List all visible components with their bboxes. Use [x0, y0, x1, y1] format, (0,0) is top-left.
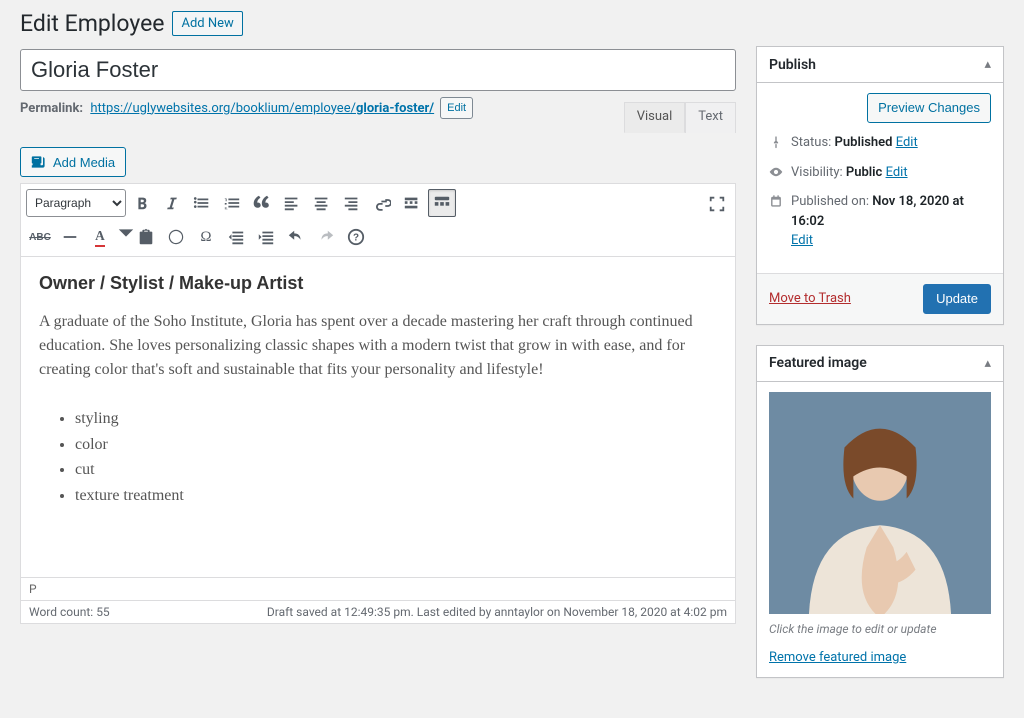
element-path[interactable]: P [21, 577, 735, 600]
undo-button[interactable] [282, 223, 310, 251]
post-title-input[interactable] [20, 49, 736, 91]
eye-icon [769, 165, 783, 179]
italic-button[interactable] [158, 189, 186, 217]
indent-button[interactable] [252, 223, 280, 251]
last-edit-info: Draft saved at 12:49:35 pm. Last edited … [267, 605, 727, 619]
media-icon [31, 154, 47, 170]
help-button[interactable]: ? [342, 223, 370, 251]
more-button[interactable] [398, 189, 426, 217]
add-media-button[interactable]: Add Media [20, 147, 126, 177]
page-title: Edit Employee [20, 10, 164, 37]
list-item: cut [75, 457, 717, 483]
svg-text:?: ? [353, 233, 359, 244]
featured-image-box: Featured image ▴ Click the image to edit… [756, 345, 1004, 678]
text-color-button[interactable]: A [86, 223, 114, 251]
paste-text-button[interactable] [132, 223, 160, 251]
bullet-list-button[interactable] [188, 189, 216, 217]
featured-image-title: Featured image [769, 355, 867, 371]
publish-box: Publish ▴ Preview Changes Status: Publis… [756, 46, 1004, 325]
hr-button[interactable] [56, 223, 84, 251]
pin-icon [769, 135, 783, 149]
visibility-row: Visibility: Public Edit [791, 163, 908, 183]
status-row: Status: Published Edit [791, 133, 918, 153]
featured-image-caption: Click the image to edit or update [769, 622, 991, 636]
update-button[interactable]: Update [923, 284, 991, 314]
align-center-button[interactable] [308, 189, 336, 217]
add-new-button[interactable]: Add New [172, 11, 242, 36]
clear-format-button[interactable] [162, 223, 190, 251]
permalink-label: Permalink: [20, 101, 83, 116]
calendar-icon [769, 194, 783, 208]
editor-frame: Paragraph ABC A [20, 183, 736, 624]
align-right-button[interactable] [338, 189, 366, 217]
tab-text[interactable]: Text [685, 102, 736, 133]
content-paragraph: A graduate of the Soho Institute, Gloria… [39, 310, 717, 382]
content-list: styling color cut texture treatment [39, 406, 717, 508]
permalink-link[interactable]: https://uglywebsites.org/booklium/employ… [90, 101, 434, 116]
color-dropdown-icon[interactable] [116, 223, 130, 251]
preview-changes-button[interactable]: Preview Changes [867, 93, 991, 123]
toggle-featured-icon[interactable]: ▴ [984, 356, 991, 371]
list-item: color [75, 432, 717, 458]
move-to-trash-link[interactable]: Move to Trash [769, 291, 851, 306]
published-date-row: Published on: Nov 18, 2020 at 16:02Edit [791, 192, 991, 251]
content-heading: Owner / Stylist / Make-up Artist [39, 273, 717, 294]
quote-button[interactable] [248, 189, 276, 217]
edit-date-link[interactable]: Edit [791, 233, 813, 248]
toolbar-toggle-button[interactable] [428, 189, 456, 217]
bold-button[interactable] [128, 189, 156, 217]
word-count: Word count: 55 [29, 605, 110, 619]
link-button[interactable] [368, 189, 396, 217]
list-item: texture treatment [75, 483, 717, 509]
edit-visibility-link[interactable]: Edit [886, 165, 908, 180]
format-select[interactable]: Paragraph [26, 189, 126, 217]
remove-featured-image-link[interactable]: Remove featured image [769, 650, 906, 665]
publish-box-title: Publish [769, 57, 816, 73]
fullscreen-button[interactable] [703, 190, 731, 218]
special-char-button[interactable]: Ω [192, 223, 220, 251]
redo-button[interactable] [312, 223, 340, 251]
toggle-publish-icon[interactable]: ▴ [984, 57, 991, 72]
list-item: styling [75, 406, 717, 432]
editor-toolbar: Paragraph ABC A [21, 184, 735, 257]
strikethrough-button[interactable]: ABC [26, 223, 54, 251]
outdent-button[interactable] [222, 223, 250, 251]
edit-slug-button[interactable]: Edit [440, 97, 473, 119]
align-left-button[interactable] [278, 189, 306, 217]
featured-image-thumbnail[interactable] [769, 392, 991, 614]
editor-content[interactable]: Owner / Stylist / Make-up Artist A gradu… [21, 257, 735, 577]
edit-status-link[interactable]: Edit [896, 135, 918, 150]
number-list-button[interactable] [218, 189, 246, 217]
add-media-label: Add Media [53, 155, 115, 170]
tab-visual[interactable]: Visual [624, 102, 686, 133]
